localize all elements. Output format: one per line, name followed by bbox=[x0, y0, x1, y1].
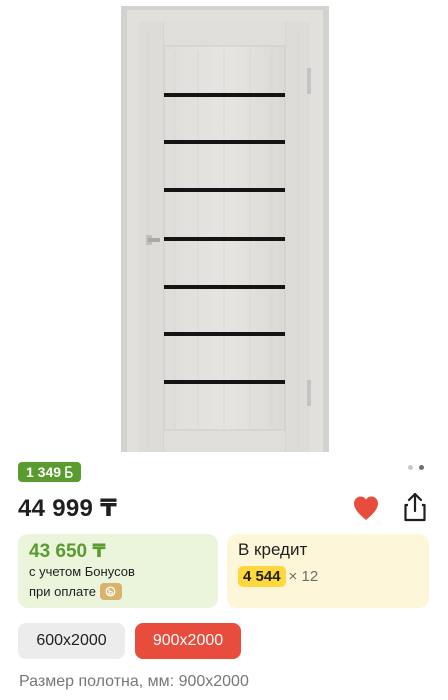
size-caption: Размер полотна, мм: 900x2000 bbox=[19, 673, 249, 691]
bonus-note-line1: с учетом Бонусов bbox=[29, 564, 135, 579]
size-caption-value: 900x2000 bbox=[178, 673, 249, 690]
credit-months: × 12 bbox=[288, 568, 319, 585]
size-caption-label: Размер полотна, мм: bbox=[19, 673, 175, 690]
bonus-price: 43 650 ₸ bbox=[29, 541, 106, 562]
favorite-button[interactable] bbox=[351, 494, 381, 522]
credit-title: В кредит bbox=[238, 540, 308, 559]
product-price: 44 999 ₸ bbox=[18, 495, 118, 522]
pagination-dot-active[interactable] bbox=[419, 465, 424, 470]
bonus-badge: 1 349 bbox=[18, 462, 82, 482]
share-icon bbox=[404, 492, 426, 522]
bonus-note-line2: при оплате bbox=[29, 583, 122, 600]
credit-terms: 4 544 × 12 bbox=[238, 566, 318, 587]
credit-card[interactable]: В кредит 4 544 × 12 bbox=[227, 534, 429, 608]
bonus-price-card[interactable]: 43 650 ₸ с учетом Бонусов при оплате bbox=[18, 534, 218, 608]
bonus-note-text: при оплате bbox=[29, 584, 96, 599]
bonus-coin-icon bbox=[99, 583, 122, 600]
size-option-600x2000[interactable]: 600x2000 bbox=[18, 623, 125, 659]
size-option-900x2000-selected[interactable]: 900x2000 bbox=[135, 623, 241, 659]
gallery-pagination[interactable] bbox=[408, 465, 424, 470]
bonus-amount: 1 349 bbox=[26, 464, 62, 480]
bonus-b-icon bbox=[65, 466, 73, 478]
credit-monthly-amount: 4 544 bbox=[238, 566, 286, 587]
share-button[interactable] bbox=[400, 491, 430, 523]
door-image bbox=[121, 6, 329, 452]
product-gallery[interactable] bbox=[0, 0, 448, 458]
pagination-dot[interactable] bbox=[408, 465, 413, 470]
heart-icon bbox=[354, 496, 378, 520]
